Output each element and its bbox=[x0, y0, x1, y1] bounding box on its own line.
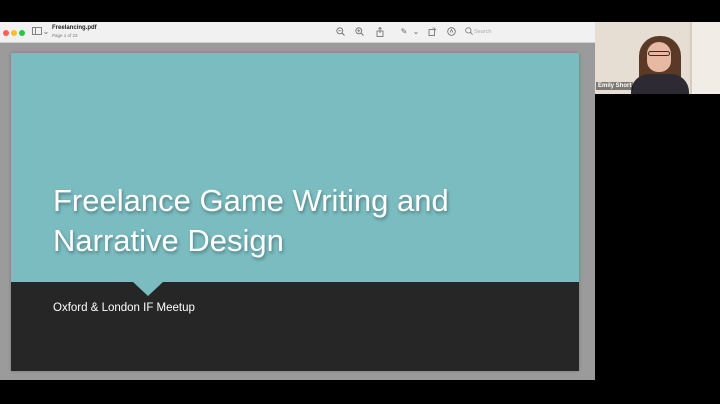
slide-title: Freelance Game Writing and Narrative Des… bbox=[53, 181, 563, 261]
rotate-icon[interactable] bbox=[427, 27, 437, 37]
pencil-icon[interactable]: ✎ bbox=[399, 27, 409, 37]
document-title: Freelancing.pdf bbox=[52, 25, 97, 31]
participant-name-label: Emily Short bbox=[596, 82, 634, 90]
slide-notch-decoration bbox=[133, 282, 163, 296]
chevron-down-icon[interactable]: ⌄ bbox=[411, 27, 421, 37]
close-window-button[interactable] bbox=[3, 30, 9, 36]
search-field[interactable] bbox=[464, 27, 534, 38]
pdf-viewer-window: ⌄ Freelancing.pdf Page 1 of 23 ✎ ⌄ Searc… bbox=[0, 22, 595, 380]
participant-video-tile[interactable]: Emily Short bbox=[595, 22, 720, 94]
markup-circle-icon[interactable] bbox=[446, 27, 456, 37]
fullscreen-window-button[interactable] bbox=[19, 30, 25, 36]
minimize-window-button[interactable] bbox=[11, 30, 17, 36]
video-person-face bbox=[647, 42, 671, 72]
zoom-out-icon[interactable] bbox=[335, 27, 345, 37]
chevron-down-icon[interactable]: ⌄ bbox=[41, 27, 51, 37]
search-icon bbox=[464, 27, 474, 37]
share-icon[interactable] bbox=[375, 26, 385, 37]
slide-subtitle-band bbox=[11, 282, 579, 371]
video-person-body bbox=[631, 74, 689, 94]
viewer-toolbar: ⌄ Freelancing.pdf Page 1 of 23 ✎ ⌄ bbox=[0, 22, 595, 43]
search-input[interactable] bbox=[474, 27, 532, 37]
slide-page: Freelance Game Writing and Narrative Des… bbox=[11, 53, 579, 371]
slide-title-line-1: Freelance Game Writing and bbox=[53, 183, 449, 218]
slide-title-line-2: Narrative Design bbox=[53, 223, 284, 258]
video-person-glasses bbox=[648, 51, 670, 56]
video-door bbox=[690, 22, 720, 94]
zoom-in-icon[interactable] bbox=[354, 27, 364, 37]
page-indicator: Page 1 of 23 bbox=[52, 33, 78, 38]
slide-subtitle: Oxford & London IF Meetup bbox=[53, 302, 195, 314]
